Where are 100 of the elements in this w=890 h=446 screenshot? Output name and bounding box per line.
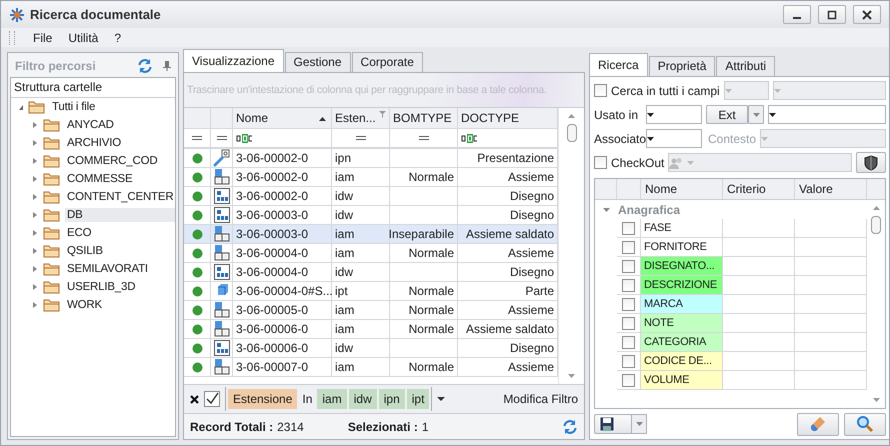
menu-item[interactable]: Utilità bbox=[60, 30, 106, 44]
tree-item[interactable]: Tutti i file bbox=[50, 100, 98, 114]
collapse-arrow-icon[interactable] bbox=[603, 208, 610, 212]
dropdown[interactable] bbox=[646, 129, 702, 148]
tab[interactable]: Gestione bbox=[284, 52, 351, 72]
column-header[interactable]: Nome bbox=[233, 108, 332, 129]
checkbox[interactable] bbox=[622, 354, 635, 368]
equals-icon[interactable] bbox=[216, 136, 226, 140]
tree-item[interactable]: QSILIB bbox=[65, 244, 105, 258]
checkbox[interactable] bbox=[622, 260, 635, 272]
tree-item[interactable]: ECO bbox=[65, 226, 94, 240]
expand-arrow-icon[interactable] bbox=[31, 265, 39, 273]
eraser-button[interactable] bbox=[797, 412, 839, 436]
pin-icon[interactable] bbox=[163, 61, 171, 71]
expand-arrow-icon[interactable] bbox=[31, 211, 39, 219]
grid-row[interactable]: 3-06-00002-0 iam Normale Assieme bbox=[184, 168, 558, 187]
tree-item[interactable]: COMMERC_COD bbox=[65, 154, 160, 168]
text-filter-icon[interactable] bbox=[236, 134, 254, 142]
scroll-up-icon[interactable] bbox=[568, 114, 575, 118]
grid-row[interactable]: 3-06-00003-0 iam Inseparabile Assieme saldato bbox=[184, 225, 558, 244]
menu-item[interactable]: File bbox=[25, 30, 60, 44]
refresh-icon[interactable] bbox=[562, 418, 578, 434]
grid-row[interactable]: 3-06-00002-0 ipn Presentazione bbox=[184, 149, 558, 168]
save-button[interactable] bbox=[594, 414, 632, 434]
tree-item[interactable]: ARCHIVIO bbox=[65, 136, 123, 150]
ext-button[interactable]: Ext bbox=[706, 105, 748, 124]
tab[interactable]: Attributi bbox=[716, 56, 776, 76]
tree-item[interactable]: CONTENT_CENTER bbox=[65, 190, 176, 204]
expand-arrow-icon[interactable] bbox=[31, 229, 39, 237]
close-button[interactable] bbox=[853, 5, 881, 24]
tab[interactable]: Proprietà bbox=[648, 56, 716, 76]
column-header[interactable]: Valore bbox=[795, 179, 867, 199]
filter-value[interactable]: ipn bbox=[378, 389, 405, 409]
expand-arrow-icon[interactable] bbox=[31, 139, 39, 147]
grid-row[interactable]: 3-06-00004-0#S... ipt Normale Parte bbox=[184, 282, 558, 301]
text-filter-icon[interactable] bbox=[461, 134, 479, 142]
checkbox[interactable] bbox=[594, 84, 607, 97]
column-header[interactable]: DOCTYPE bbox=[458, 108, 558, 129]
grid-row[interactable]: 3-06-00006-0 idw Disegno bbox=[184, 339, 558, 358]
tree-item[interactable]: DB bbox=[65, 208, 175, 222]
column-header[interactable]: Nome bbox=[641, 179, 723, 199]
shield-button[interactable] bbox=[856, 152, 886, 173]
grid-row[interactable]: 3-06-00005-0 iam Normale Assieme bbox=[184, 301, 558, 320]
filter-checkbox[interactable] bbox=[204, 391, 220, 407]
checkbox[interactable] bbox=[622, 336, 635, 348]
grid-row[interactable]: 3-06-00002-0 idw Disegno bbox=[184, 187, 558, 206]
maximize-button[interactable] bbox=[818, 5, 846, 24]
minimize-button[interactable] bbox=[783, 5, 811, 24]
column-header[interactable]: BOMTYPE bbox=[390, 108, 458, 129]
tab[interactable]: Corporate bbox=[352, 52, 423, 72]
expand-arrow-icon[interactable] bbox=[31, 301, 39, 309]
column-header[interactable]: Esten... bbox=[332, 108, 390, 129]
checkbox[interactable] bbox=[622, 316, 635, 330]
equals-icon[interactable] bbox=[356, 136, 366, 140]
dropdown[interactable] bbox=[646, 105, 702, 124]
clear-filter-icon[interactable] bbox=[190, 394, 199, 404]
dropdown-button[interactable] bbox=[748, 105, 764, 124]
checkbox[interactable] bbox=[594, 156, 607, 169]
tab[interactable]: Visualizzazione bbox=[183, 49, 284, 72]
tree-item[interactable]: USERLIB_3D bbox=[65, 280, 138, 294]
refresh-icon[interactable] bbox=[137, 58, 153, 74]
dropdown[interactable] bbox=[768, 105, 886, 124]
tree-item[interactable]: ANYCAD bbox=[65, 118, 116, 132]
checkbox[interactable] bbox=[622, 222, 635, 234]
checkbox[interactable] bbox=[622, 240, 635, 254]
scroll-thumb[interactable] bbox=[871, 216, 881, 234]
scroll-up-icon[interactable] bbox=[872, 206, 880, 210]
dropdown-button[interactable] bbox=[631, 414, 647, 434]
collapse-arrow-icon[interactable] bbox=[16, 103, 24, 111]
filter-value[interactable]: ipt bbox=[406, 389, 430, 409]
equals-icon[interactable] bbox=[192, 136, 202, 140]
grid-row[interactable]: 3-06-00004-0 iam Normale Assieme bbox=[184, 244, 558, 263]
tree-item[interactable]: COMMESSE bbox=[65, 172, 134, 186]
filter-value[interactable]: idw bbox=[348, 389, 377, 409]
tree-item[interactable]: WORK bbox=[65, 298, 104, 312]
equals-icon[interactable] bbox=[418, 136, 428, 140]
expand-arrow-icon[interactable] bbox=[31, 121, 39, 129]
filter-field[interactable]: Estensione bbox=[228, 389, 298, 409]
dropdown-arrow-icon[interactable] bbox=[437, 397, 446, 401]
grid-row[interactable]: 3-06-00006-0 iam Normale Assieme saldato bbox=[184, 320, 558, 339]
expand-arrow-icon[interactable] bbox=[31, 175, 39, 183]
filter-operator[interactable]: In bbox=[299, 392, 316, 406]
tab[interactable]: Ricerca bbox=[589, 53, 648, 76]
edit-filter-link[interactable]: Modifica Filtro bbox=[503, 392, 578, 406]
search-button[interactable] bbox=[844, 412, 886, 436]
menu-item[interactable]: ? bbox=[106, 30, 130, 44]
scroll-down-icon[interactable] bbox=[872, 398, 880, 402]
scroll-down-icon[interactable] bbox=[568, 374, 575, 378]
filter-value[interactable]: iam bbox=[317, 389, 347, 409]
expand-arrow-icon[interactable] bbox=[31, 157, 39, 165]
tree-item[interactable]: SEMILAVORATI bbox=[65, 262, 150, 276]
expand-arrow-icon[interactable] bbox=[31, 283, 39, 291]
expand-arrow-icon[interactable] bbox=[31, 247, 39, 255]
grid-row[interactable]: 3-06-00007-0 iam Normale Assieme bbox=[184, 358, 558, 377]
checkbox[interactable] bbox=[622, 374, 635, 386]
scroll-thumb[interactable] bbox=[566, 124, 576, 142]
checkbox[interactable] bbox=[622, 278, 635, 292]
column-header[interactable]: Criterio bbox=[723, 179, 795, 199]
checkbox[interactable] bbox=[622, 298, 635, 310]
grid-row[interactable]: 3-06-00004-0 idw Disegno bbox=[184, 263, 558, 282]
